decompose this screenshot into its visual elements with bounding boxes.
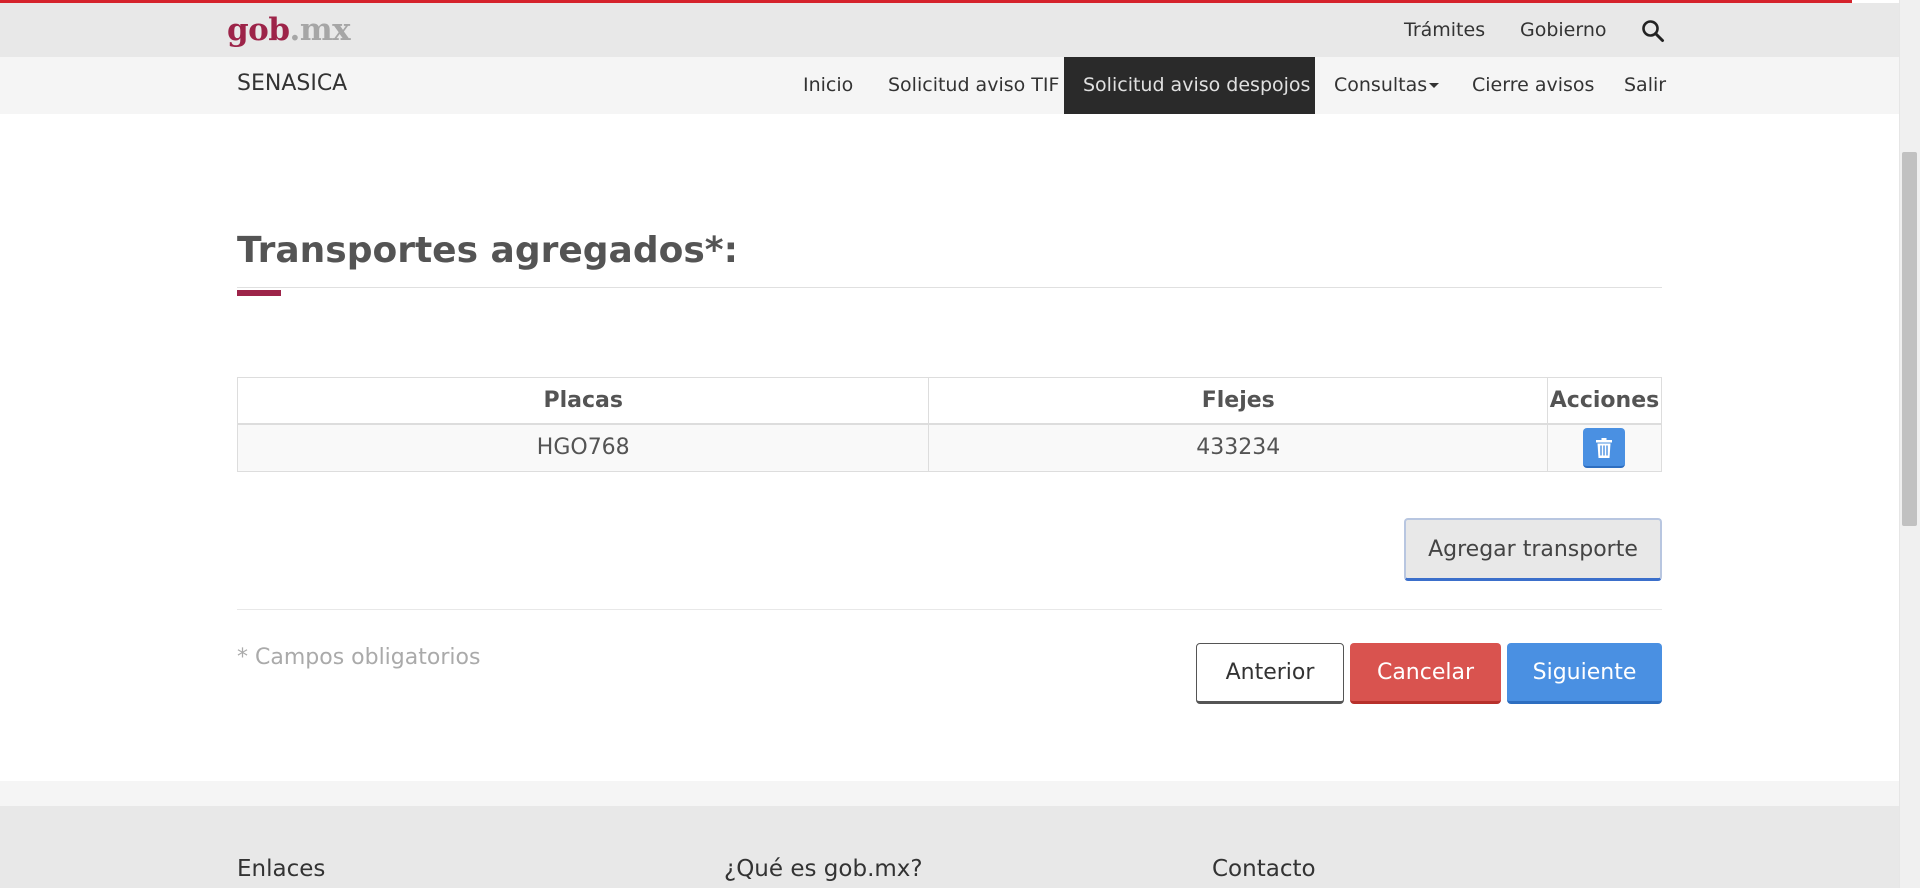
nav-item-salir[interactable]: Salir — [1605, 57, 1685, 114]
required-fields-note: * Campos obligatorios — [237, 645, 481, 670]
page-viewport: gob.mx Trámites Gobierno SENASICA Inicio… — [0, 0, 1899, 888]
search-icon[interactable] — [1641, 19, 1665, 43]
footer-heading-enlaces: Enlaces — [237, 856, 326, 882]
nav-item-inicio[interactable]: Inicio — [784, 57, 872, 114]
nav-item-cierre-avisos[interactable]: Cierre avisos — [1453, 57, 1613, 114]
trash-icon — [1596, 437, 1613, 458]
sub-navigation-bar: SENASICA Inicio Solicitud aviso TIF Soli… — [0, 57, 1899, 114]
previous-button[interactable]: Anterior — [1196, 643, 1344, 704]
scrollbar-thumb[interactable] — [1902, 152, 1917, 526]
nav-item-consultas-label: Consultas — [1334, 74, 1428, 96]
brand-senasica[interactable]: SENASICA — [237, 71, 347, 96]
footer-top-strip — [0, 781, 1899, 806]
table-row: HGO768 433234 — [236, 423, 1663, 472]
header-placas: Placas — [236, 377, 930, 425]
title-accent-bar — [237, 290, 281, 296]
header-acciones: Acciones — [1546, 377, 1663, 425]
title-divider — [237, 287, 1662, 288]
cell-flejes: 433234 — [928, 423, 1548, 472]
cell-acciones — [1546, 423, 1663, 472]
add-transport-button[interactable]: Agregar transporte — [1404, 518, 1662, 581]
footer-heading-que-es: ¿Qué es gob.mx? — [724, 856, 923, 882]
nav-link-gobierno[interactable]: Gobierno — [1520, 19, 1607, 41]
table-header-row: Placas Flejes Acciones — [236, 377, 1663, 425]
gov-header-bar: gob.mx Trámites Gobierno — [0, 3, 1899, 57]
header-flejes: Flejes — [928, 377, 1548, 425]
nav-item-solicitud-aviso-despojos[interactable]: Solicitud aviso despojos — [1064, 57, 1315, 114]
nav-item-consultas[interactable]: Consultas — [1315, 57, 1458, 114]
next-button[interactable]: Siguiente — [1507, 643, 1662, 704]
delete-button[interactable] — [1583, 427, 1626, 468]
transport-table: Placas Flejes Acciones HGO768 433234 — [236, 377, 1663, 472]
gobmx-logo[interactable]: gob.mx — [227, 12, 351, 48]
page-title: Transportes agregados*: — [237, 230, 738, 271]
form-separator — [237, 609, 1662, 610]
nav-link-tramites[interactable]: Trámites — [1404, 19, 1485, 41]
caret-down-icon — [1429, 83, 1440, 88]
cancel-button[interactable]: Cancelar — [1350, 643, 1501, 704]
footer-heading-contacto: Contacto — [1212, 856, 1316, 882]
cell-placas: HGO768 — [236, 423, 930, 472]
nav-item-solicitud-aviso-tif[interactable]: Solicitud aviso TIF — [869, 57, 1078, 114]
